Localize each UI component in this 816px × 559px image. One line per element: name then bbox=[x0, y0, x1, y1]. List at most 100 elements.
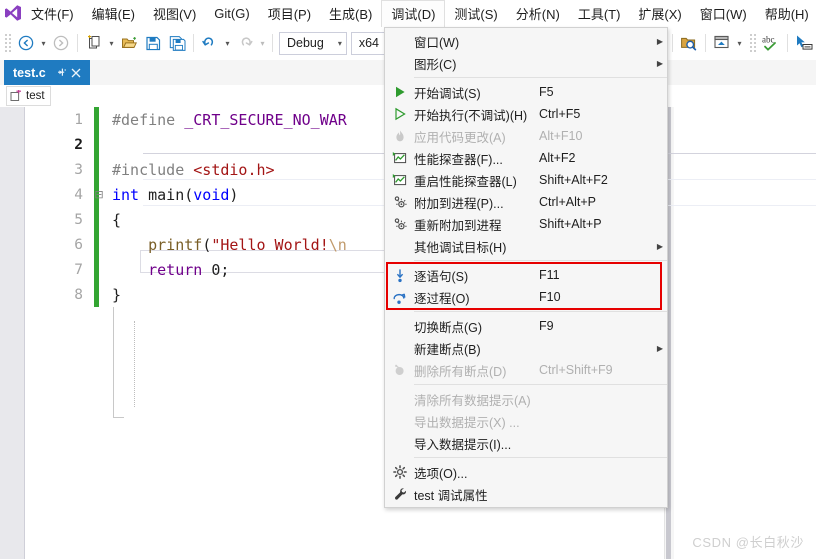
toolbar-separator bbox=[272, 34, 273, 52]
code-token: ; bbox=[220, 260, 230, 279]
wrench-icon bbox=[385, 483, 414, 505]
code-token: <stdio.h> bbox=[193, 160, 275, 179]
menu-item-entry[interactable]: 窗口(W) ▶ bbox=[385, 30, 667, 52]
menu-item-shortcut: Shift+Alt+F2 bbox=[539, 173, 608, 187]
menubar-item-5[interactable]: 生成(B) bbox=[320, 0, 381, 26]
chevron-down-icon: ▾ bbox=[337, 38, 342, 48]
code-token: ) bbox=[229, 185, 239, 204]
pin-icon[interactable] bbox=[54, 64, 69, 82]
code-token: void bbox=[193, 185, 230, 204]
menu-item-label: 删除所有断点(D) bbox=[414, 364, 507, 379]
find-in-files-icon[interactable] bbox=[677, 31, 701, 55]
menu-item-start-debug[interactable]: 开始调试(S) F5 bbox=[385, 81, 667, 103]
menubar-item-6[interactable]: 调试(D) bbox=[381, 0, 446, 27]
redo-icon[interactable] bbox=[233, 31, 257, 55]
menu-item-shortcut: F10 bbox=[539, 290, 561, 304]
menu-item-entry[interactable]: 切换断点(G) F9 bbox=[385, 315, 667, 337]
line-number: 5 bbox=[74, 211, 83, 228]
code-token: #include bbox=[112, 160, 194, 179]
menubar-item-4[interactable]: 项目(P) bbox=[259, 0, 320, 26]
start-debug-icon bbox=[385, 81, 414, 103]
code-token: "Hello World! bbox=[211, 235, 329, 254]
menubar-item-2[interactable]: 视图(V) bbox=[144, 0, 205, 26]
menu-item-shortcut: Alt+F2 bbox=[539, 151, 576, 165]
code-text: #define _CRT_SECURE_NO_WAR bbox=[106, 111, 347, 129]
open-file-icon[interactable] bbox=[117, 31, 141, 55]
line-number: 8 bbox=[74, 286, 83, 303]
menubar-item-7[interactable]: 测试(S) bbox=[445, 0, 506, 26]
code-token: printf bbox=[148, 235, 203, 254]
redo-dropdown[interactable]: ▾ bbox=[257, 31, 268, 55]
toolbar-separator bbox=[672, 34, 673, 52]
pointer-select-icon[interactable] bbox=[792, 31, 816, 55]
navigate-forward-icon[interactable] bbox=[49, 31, 73, 55]
menu-item-attach-process[interactable]: 附加到进程(P)... Ctrl+Alt+P bbox=[385, 191, 667, 213]
menu-item-performance-profiler[interactable]: 性能探查器(F)... Alt+F2 bbox=[385, 147, 667, 169]
menu-item-entry[interactable]: 图形(C) ▶ bbox=[385, 52, 667, 74]
undo-icon[interactable] bbox=[198, 31, 222, 55]
window-layout-dropdown[interactable]: ▾ bbox=[734, 31, 745, 55]
menu-item-entry: 清除所有数据提示(A) bbox=[385, 388, 667, 410]
window-layout-icon[interactable] bbox=[710, 31, 734, 55]
code-text: printf("Hello World!\n bbox=[106, 236, 347, 254]
watermark: CSDN @长白秋沙 bbox=[692, 535, 804, 550]
new-item-icon[interactable] bbox=[82, 31, 106, 55]
menubar-item-8[interactable]: 分析(N) bbox=[507, 0, 569, 26]
menu-item-shortcut: Shift+Alt+P bbox=[539, 217, 602, 231]
save-all-icon[interactable] bbox=[165, 31, 189, 55]
menu-separator bbox=[414, 77, 667, 78]
menubar-item-10[interactable]: 扩展(X) bbox=[629, 0, 690, 26]
menubar-item-11[interactable]: 窗口(W) bbox=[691, 0, 756, 26]
debug-menu-dropdown[interactable]: 窗口(W) ▶ 图形(C) ▶ 开始调试(S) F5 开始执行(不调试)(H) Ctrl+F5… bbox=[384, 27, 668, 508]
menu-item-reattach-process[interactable]: 重新附加到进程 Shift+Alt+P bbox=[385, 213, 667, 235]
fold-toggle-icon[interactable]: ⊟ bbox=[92, 188, 106, 201]
menu-item-start-without-debug[interactable]: 开始执行(不调试)(H) Ctrl+F5 bbox=[385, 103, 667, 125]
save-icon[interactable] bbox=[141, 31, 165, 55]
menu-item-delete-all-breakpoints: 删除所有断点(D) Ctrl+Shift+F9 bbox=[385, 359, 667, 381]
menu-item-label: 选项(O)... bbox=[414, 466, 468, 481]
new-item-dropdown[interactable]: ▾ bbox=[106, 31, 117, 55]
menubar-item-3[interactable]: Git(G) bbox=[205, 0, 258, 26]
menubar-item-12[interactable]: 帮助(H) bbox=[756, 0, 816, 26]
reattach-process-icon bbox=[385, 213, 414, 235]
menubar-item-0[interactable]: 文件(F) bbox=[22, 0, 83, 26]
menu-item-label: 清除所有数据提示(A) bbox=[414, 393, 531, 408]
navigate-back-icon[interactable] bbox=[14, 31, 38, 55]
code-text: int main(void) bbox=[106, 186, 238, 204]
code-text: #include <stdio.h> bbox=[106, 161, 275, 179]
undo-dropdown[interactable]: ▾ bbox=[222, 31, 233, 55]
navigate-back-dropdown[interactable]: ▾ bbox=[38, 31, 49, 55]
start-without-debug-icon bbox=[385, 103, 414, 125]
menu-item-label: 重启性能探查器(L) bbox=[414, 174, 517, 189]
visual-studio-logo-icon bbox=[4, 0, 22, 26]
menubar-item-9[interactable]: 工具(T) bbox=[569, 0, 630, 26]
toolbar-drag-handle[interactable] bbox=[4, 33, 12, 53]
toolbar-separator bbox=[705, 34, 706, 52]
menu-item-wrench[interactable]: test 调试属性 bbox=[385, 483, 667, 505]
menu-item-step-into[interactable]: 逐语句(S) F11 bbox=[385, 264, 667, 286]
code-text: } bbox=[106, 286, 121, 304]
solution-configuration-dropdown[interactable]: Debug ▾ bbox=[279, 31, 347, 55]
menu-item-entry[interactable]: 导入数据提示(I)... bbox=[385, 432, 667, 454]
menu-item-step-over[interactable]: 逐过程(O) F10 bbox=[385, 286, 667, 308]
menu-item-shortcut: F5 bbox=[539, 85, 554, 99]
breadcrumb-project[interactable]: test bbox=[6, 86, 51, 106]
tab-test-c[interactable]: test.c bbox=[4, 60, 90, 85]
close-icon[interactable] bbox=[69, 64, 84, 82]
performance-profiler-icon bbox=[385, 147, 414, 169]
attach-process-icon bbox=[385, 191, 414, 213]
menu-separator bbox=[414, 311, 667, 312]
toolbar-drag-handle[interactable] bbox=[749, 33, 757, 53]
menu-item-label: 性能探查器(F)... bbox=[414, 152, 503, 167]
menu-item-entry[interactable]: 其他调试目标(H) ▶ bbox=[385, 235, 667, 257]
menubar-item-1[interactable]: 编辑(E) bbox=[83, 0, 144, 26]
menu-item-options-gear[interactable]: 选项(O)... bbox=[385, 461, 667, 483]
toolbar-separator bbox=[787, 34, 788, 52]
menu-item-restart-profiler[interactable]: 重启性能探查器(L) Shift+Alt+F2 bbox=[385, 169, 667, 191]
menu-item-label: 逐过程(O) bbox=[414, 291, 470, 306]
menu-item-label: 其他调试目标(H) bbox=[414, 240, 507, 255]
abc-spellcheck-icon[interactable]: abc bbox=[759, 31, 783, 55]
menu-item-entry[interactable]: 新建断点(B) ▶ bbox=[385, 337, 667, 359]
menu-item-label: 附加到进程(P)... bbox=[414, 196, 504, 211]
menu-item-label: 导出数据提示(X) ... bbox=[414, 415, 520, 430]
